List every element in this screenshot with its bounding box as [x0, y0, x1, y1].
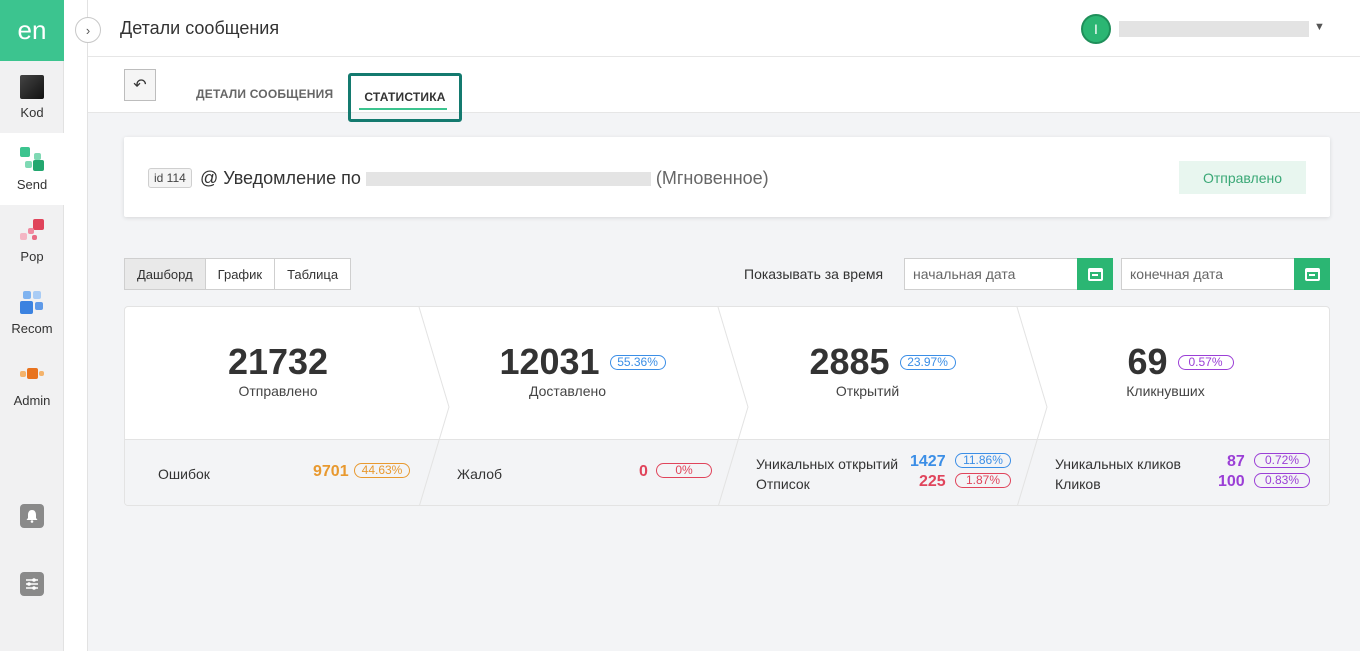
chevron-right-icon[interactable]: ›: [75, 17, 101, 43]
nav-item-admin[interactable]: Admin: [0, 349, 64, 421]
nav-item-kod[interactable]: Kod: [0, 61, 64, 133]
clicks-percent-badge: 0.83%: [1254, 473, 1310, 488]
message-card: id 114 @ Уведомление по (Мгновенное) Отп…: [124, 137, 1330, 217]
message-title-text: @ Уведомление по: [200, 168, 361, 188]
stat-label: Отправлено: [238, 383, 318, 399]
stat-delivered: 12031 55.36% Доставлено: [430, 307, 735, 439]
errors-label: Ошибок: [158, 466, 210, 482]
stat-label: Кликнувших: [1126, 383, 1205, 399]
unique-clicks-label: Уникальных кликов: [1055, 456, 1181, 472]
square-dark-icon: [20, 74, 44, 99]
start-calendar-button[interactable]: [1077, 258, 1113, 290]
clicks-value: 100: [1218, 473, 1245, 490]
unique-opens-label: Уникальных открытий: [756, 456, 899, 472]
complaints-value: 0: [639, 463, 648, 480]
nav-label: Pop: [20, 248, 44, 264]
undo-arrow-icon: ↶: [133, 77, 147, 94]
message-title-redacted: [365, 172, 651, 187]
start-date-input[interactable]: начальная дата: [904, 258, 1078, 290]
tab-stats-label: СТАТИСТИКА: [364, 89, 446, 104]
nav-item-pop[interactable]: Pop: [0, 205, 64, 277]
stat-value: 21732: [227, 341, 329, 382]
stat-clicked: 69 0.57% Кликнувших: [1030, 307, 1329, 439]
stat-percent-badge: 0.57%: [1177, 354, 1234, 370]
unique-opens-percent-badge: 11.86%: [955, 453, 1011, 468]
view-chart-button[interactable]: График: [205, 258, 276, 290]
clicks-label: Кликов: [1055, 476, 1101, 492]
tab-details[interactable]: ДЕТАЛИ СООБЩЕНИЯ: [196, 87, 333, 101]
logo[interactable]: en: [0, 0, 64, 61]
tab-stats[interactable]: СТАТИСТИКА: [348, 73, 462, 122]
errors-value: 9701: [313, 463, 349, 480]
tabs-bar: ↶ ДЕТАЛИ СООБЩЕНИЯ СТАТИСТИКА: [88, 57, 1360, 122]
complaints-label: Жалоб: [457, 466, 503, 482]
secondary-strip: [64, 0, 88, 651]
unique-clicks-percent-badge: 0.72%: [1254, 453, 1310, 468]
view-switch: Дашборд График Таблица: [124, 258, 352, 290]
recom-squares-icon: [20, 290, 44, 315]
stat-value: 2885: [809, 341, 890, 382]
end-date-input[interactable]: конечная дата: [1121, 258, 1295, 290]
message-id-badge: id 114: [148, 168, 192, 188]
stat-opens: 2885 23.97% Открытий: [730, 307, 1035, 439]
nav-label: Admin: [13, 392, 51, 408]
chevron-down-icon[interactable]: ▼: [1314, 21, 1325, 33]
nav-item-recom[interactable]: Recom: [0, 277, 64, 349]
view-table-button[interactable]: Таблица: [275, 258, 352, 290]
calendar-icon: [1087, 267, 1103, 281]
nav-label: Send: [16, 176, 48, 192]
pop-squares-icon: [20, 218, 44, 243]
left-rail: en Kod Send Pop Recom Admin: [0, 0, 64, 651]
view-dashboard-button[interactable]: Дашборд: [124, 258, 206, 290]
complaints-percent-badge: 0%: [656, 463, 712, 478]
stat-value: 12031: [499, 341, 600, 382]
unsubscribes-percent-badge: 1.87%: [955, 473, 1011, 488]
message-type: (Мгновенное): [655, 168, 769, 188]
page-title: Детали сообщения: [120, 18, 280, 38]
stat-percent-badge: 55.36%: [609, 354, 666, 370]
header: Детали сообщения I ▼: [88, 0, 1360, 57]
stat-label: Открытий: [835, 383, 900, 399]
stat-value: 69: [1127, 341, 1168, 382]
bell-icon[interactable]: [20, 504, 44, 528]
send-squares-icon: [20, 146, 44, 171]
nav-label: Kod: [20, 104, 44, 120]
admin-squares-icon: [20, 363, 44, 387]
nav-item-send[interactable]: Send: [0, 133, 64, 205]
user-name-redacted[interactable]: [1119, 21, 1309, 37]
stat-sent: 21732 Отправлено: [125, 307, 431, 439]
end-calendar-button[interactable]: [1294, 258, 1330, 290]
stat-label: Доставлено: [528, 383, 607, 399]
stats-panel: 21732 Отправлено 12031 55.36% Доставлено…: [124, 306, 1330, 506]
errors-percent-badge: 44.63%: [354, 463, 410, 478]
unsubscribes-label: Отписок: [756, 476, 810, 492]
period-label: Показывать за время: [744, 266, 884, 282]
settings-sliders-icon[interactable]: [20, 572, 44, 596]
nav-label: Recom: [11, 320, 53, 336]
back-button[interactable]: ↶: [124, 69, 156, 101]
status-badge[interactable]: Отправлено: [1179, 161, 1306, 194]
calendar-icon: [1304, 267, 1320, 281]
tab-active-underline: [359, 108, 447, 110]
avatar[interactable]: I: [1081, 14, 1111, 44]
unsubscribes-value: 225: [919, 473, 946, 490]
message-title: @ Уведомление по (Мгновенное): [200, 168, 769, 189]
stat-percent-badge: 23.97%: [899, 354, 956, 370]
unique-clicks-value: 87: [1227, 453, 1245, 470]
unique-opens-value: 1427: [910, 453, 946, 470]
